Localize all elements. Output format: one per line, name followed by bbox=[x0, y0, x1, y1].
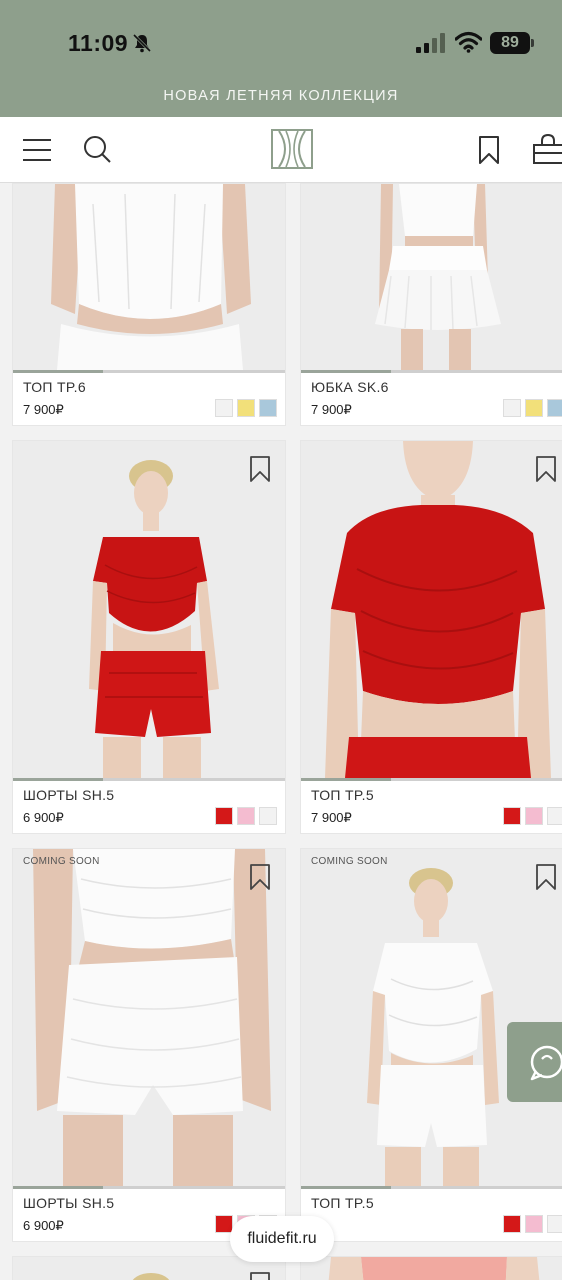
color-swatch[interactable] bbox=[503, 1215, 521, 1233]
product-image[interactable] bbox=[301, 184, 562, 370]
color-swatch[interactable] bbox=[547, 1215, 562, 1233]
status-time: 11:09 bbox=[68, 30, 129, 56]
image-carousel-progress bbox=[301, 1186, 562, 1189]
top-banner: 11:09 89 НОВАЯ ЛЕТНЯЯ КОЛЛЕКЦИЯ bbox=[0, 0, 562, 117]
image-carousel-progress bbox=[301, 778, 562, 781]
chat-button[interactable] bbox=[507, 1022, 562, 1102]
color-swatch[interactable] bbox=[525, 807, 543, 825]
menu-icon[interactable] bbox=[22, 137, 52, 163]
bookmark-icon[interactable] bbox=[478, 135, 500, 165]
product-card[interactable]: ШОРТЫ SH.5 6 900₽ bbox=[12, 440, 286, 834]
product-image[interactable] bbox=[13, 849, 285, 1186]
color-swatches bbox=[503, 399, 562, 417]
bookmark-icon[interactable] bbox=[249, 1271, 271, 1280]
product-card[interactable] bbox=[300, 1256, 562, 1280]
product-name[interactable]: ТОП TP.5 bbox=[311, 787, 374, 803]
bookmark-icon[interactable] bbox=[249, 455, 271, 483]
product-image[interactable] bbox=[301, 441, 562, 778]
bookmark-icon[interactable] bbox=[535, 455, 557, 483]
image-carousel-progress bbox=[13, 778, 285, 781]
wifi-icon bbox=[455, 31, 482, 53]
product-card[interactable]: ТОП TP.6 7 900₽ bbox=[12, 183, 286, 426]
image-carousel-progress bbox=[13, 370, 285, 373]
signal-icon bbox=[416, 33, 445, 53]
product-name[interactable]: ТОП TP.6 bbox=[23, 379, 86, 395]
color-swatches bbox=[215, 399, 277, 417]
product-price: 7 900₽ bbox=[311, 810, 352, 825]
image-carousel-progress bbox=[301, 370, 562, 373]
image-carousel-progress bbox=[13, 1186, 285, 1189]
coming-soon-badge: COMING SOON bbox=[311, 856, 388, 867]
color-swatches bbox=[503, 807, 562, 825]
color-swatch[interactable] bbox=[547, 399, 562, 417]
product-image[interactable] bbox=[13, 184, 285, 370]
browser-url-bar[interactable]: fluidefit.ru bbox=[230, 1216, 334, 1262]
product-card[interactable]: ЮБКА SK.6 7 900₽ bbox=[300, 183, 562, 426]
promo-banner-text[interactable]: НОВАЯ ЛЕТНЯЯ КОЛЛЕКЦИЯ bbox=[0, 88, 562, 104]
color-swatch[interactable] bbox=[525, 399, 543, 417]
product-name[interactable]: ЮБКА SK.6 bbox=[311, 379, 389, 395]
product-card[interactable]: COMING SOON ШОРТЫ SH.5 6 900₽ bbox=[12, 848, 286, 1242]
color-swatch[interactable] bbox=[237, 807, 255, 825]
product-card[interactable]: ТОП TP.5 7 900₽ bbox=[300, 440, 562, 834]
battery-indicator: 89 bbox=[490, 32, 530, 54]
product-price: 7 900₽ bbox=[311, 402, 352, 417]
color-swatch[interactable] bbox=[215, 807, 233, 825]
product-price: 6 900₽ bbox=[23, 1218, 64, 1233]
product-image[interactable] bbox=[301, 849, 562, 1186]
battery-tip bbox=[531, 39, 534, 47]
color-swatch[interactable] bbox=[547, 807, 562, 825]
color-swatches bbox=[503, 1215, 562, 1233]
color-swatch[interactable] bbox=[503, 399, 521, 417]
shopping-bag-icon[interactable] bbox=[532, 133, 562, 165]
color-swatches bbox=[215, 807, 277, 825]
product-image[interactable] bbox=[13, 441, 285, 778]
chat-bubble-icon bbox=[530, 1045, 562, 1081]
coming-soon-badge: COMING SOON bbox=[23, 856, 100, 867]
product-name[interactable]: ШОРТЫ SH.5 bbox=[23, 787, 114, 803]
product-name[interactable]: ШОРТЫ SH.5 bbox=[23, 1195, 114, 1211]
color-swatch[interactable] bbox=[215, 1215, 233, 1233]
color-swatch[interactable] bbox=[259, 807, 277, 825]
product-price: 6 900₽ bbox=[23, 810, 64, 825]
product-image[interactable] bbox=[301, 1257, 562, 1280]
color-swatch[interactable] bbox=[237, 399, 255, 417]
brand-logo[interactable] bbox=[271, 129, 313, 169]
bookmark-icon[interactable] bbox=[249, 863, 271, 891]
bell-muted-icon bbox=[132, 33, 152, 53]
product-price: 7 900₽ bbox=[23, 402, 64, 417]
site-header bbox=[0, 117, 562, 183]
product-name[interactable]: ТОП TP.5 bbox=[311, 1195, 374, 1211]
search-icon[interactable] bbox=[82, 134, 112, 164]
color-swatch[interactable] bbox=[503, 807, 521, 825]
color-swatch[interactable] bbox=[525, 1215, 543, 1233]
bookmark-icon[interactable] bbox=[535, 863, 557, 891]
color-swatch[interactable] bbox=[215, 399, 233, 417]
color-swatch[interactable] bbox=[259, 399, 277, 417]
